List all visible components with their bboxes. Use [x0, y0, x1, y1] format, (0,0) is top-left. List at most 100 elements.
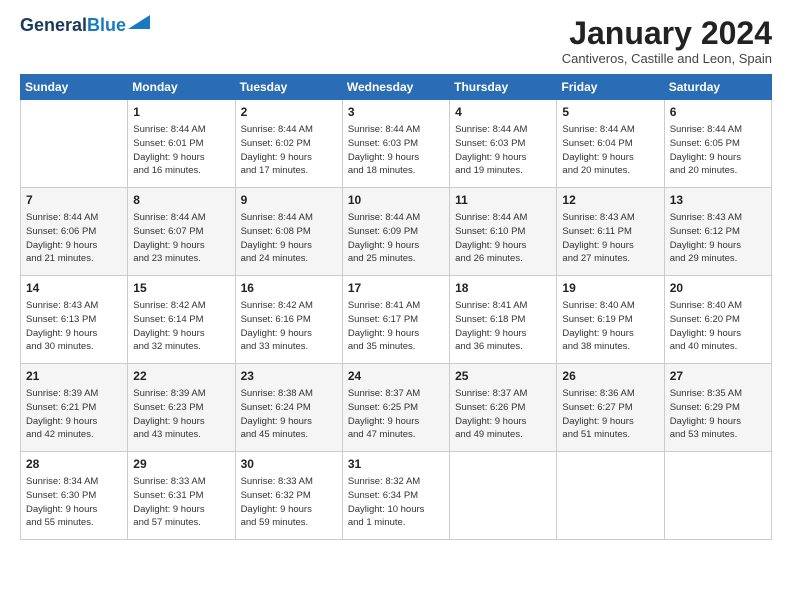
day-info: Sunrise: 8:33 AM Sunset: 6:31 PM Dayligh… — [133, 475, 229, 530]
calendar-cell: 11 Sunrise: 8:44 AM Sunset: 6:10 PM Dayli… — [450, 188, 557, 276]
day-number: 22 — [133, 368, 229, 385]
calendar-cell: 3 Sunrise: 8:44 AM Sunset: 6:03 PM Daylig… — [342, 100, 449, 188]
calendar-cell — [21, 100, 128, 188]
day-info: Sunrise: 8:35 AM Sunset: 6:29 PM Dayligh… — [670, 387, 766, 442]
day-number: 5 — [562, 104, 658, 121]
day-number: 4 — [455, 104, 551, 121]
day-info: Sunrise: 8:41 AM Sunset: 6:17 PM Dayligh… — [348, 299, 444, 354]
day-info: Sunrise: 8:42 AM Sunset: 6:16 PM Dayligh… — [241, 299, 337, 354]
day-info: Sunrise: 8:43 AM Sunset: 6:13 PM Dayligh… — [26, 299, 122, 354]
day-info: Sunrise: 8:44 AM Sunset: 6:03 PM Dayligh… — [348, 123, 444, 178]
day-number: 9 — [241, 192, 337, 209]
calendar-cell: 27 Sunrise: 8:35 AM Sunset: 6:29 PM Dayli… — [664, 364, 771, 452]
col-header-wednesday: Wednesday — [342, 75, 449, 100]
calendar-cell: 5 Sunrise: 8:44 AM Sunset: 6:04 PM Daylig… — [557, 100, 664, 188]
day-number: 20 — [670, 280, 766, 297]
calendar-cell: 19 Sunrise: 8:40 AM Sunset: 6:19 PM Dayli… — [557, 276, 664, 364]
day-number: 10 — [348, 192, 444, 209]
calendar-week-4: 21 Sunrise: 8:39 AM Sunset: 6:21 PM Dayli… — [21, 364, 772, 452]
calendar-cell: 20 Sunrise: 8:40 AM Sunset: 6:20 PM Dayli… — [664, 276, 771, 364]
col-header-thursday: Thursday — [450, 75, 557, 100]
day-number: 30 — [241, 456, 337, 473]
calendar-cell: 9Sunrise: 8:44 AM Sunset: 6:08 PM Daylig… — [235, 188, 342, 276]
calendar-cell — [557, 452, 664, 540]
day-number: 1 — [133, 104, 229, 121]
month-title: January 2024 — [562, 16, 772, 51]
col-header-tuesday: Tuesday — [235, 75, 342, 100]
day-number: 16 — [241, 280, 337, 297]
location-subtitle: Cantiveros, Castille and Leon, Spain — [562, 51, 772, 66]
col-header-saturday: Saturday — [664, 75, 771, 100]
calendar-cell: 28 Sunrise: 8:34 AM Sunset: 6:30 PM Dayli… — [21, 452, 128, 540]
day-number: 17 — [348, 280, 444, 297]
day-info: Sunrise: 8:44 AM Sunset: 6:05 PM Dayligh… — [670, 123, 766, 178]
day-info: Sunrise: 8:44 AM Sunset: 6:10 PM Dayligh… — [455, 211, 551, 266]
calendar-week-3: 14 Sunrise: 8:43 AM Sunset: 6:13 PM Dayli… — [21, 276, 772, 364]
calendar-body: 1 Sunrise: 8:44 AM Sunset: 6:01 PM Daylig… — [21, 100, 772, 540]
calendar-cell — [664, 452, 771, 540]
day-info: Sunrise: 8:33 AM Sunset: 6:32 PM Dayligh… — [241, 475, 337, 530]
calendar-cell: 17 Sunrise: 8:41 AM Sunset: 6:17 PM Dayli… — [342, 276, 449, 364]
day-number: 19 — [562, 280, 658, 297]
day-number: 28 — [26, 456, 122, 473]
day-number: 3 — [348, 104, 444, 121]
calendar-cell: 1 Sunrise: 8:44 AM Sunset: 6:01 PM Daylig… — [128, 100, 235, 188]
day-number: 21 — [26, 368, 122, 385]
day-info: Sunrise: 8:37 AM Sunset: 6:25 PM Dayligh… — [348, 387, 444, 442]
day-number: 11 — [455, 192, 551, 209]
calendar-cell: 18Sunrise: 8:41 AM Sunset: 6:18 PM Dayli… — [450, 276, 557, 364]
day-info: Sunrise: 8:44 AM Sunset: 6:01 PM Dayligh… — [133, 123, 229, 178]
day-info: Sunrise: 8:44 AM Sunset: 6:03 PM Dayligh… — [455, 123, 551, 178]
calendar-cell: 25 Sunrise: 8:37 AM Sunset: 6:26 PM Dayli… — [450, 364, 557, 452]
title-area: January 2024 Cantiveros, Castille and Le… — [562, 16, 772, 66]
logo-icon — [128, 15, 150, 29]
day-info: Sunrise: 8:40 AM Sunset: 6:20 PM Dayligh… — [670, 299, 766, 354]
page-header: GeneralBlue January 2024 Cantiveros, Cas… — [20, 16, 772, 66]
col-header-monday: Monday — [128, 75, 235, 100]
day-number: 25 — [455, 368, 551, 385]
day-info: Sunrise: 8:40 AM Sunset: 6:19 PM Dayligh… — [562, 299, 658, 354]
day-info: Sunrise: 8:43 AM Sunset: 6:11 PM Dayligh… — [562, 211, 658, 266]
day-info: Sunrise: 8:34 AM Sunset: 6:30 PM Dayligh… — [26, 475, 122, 530]
day-info: Sunrise: 8:44 AM Sunset: 6:09 PM Dayligh… — [348, 211, 444, 266]
col-header-sunday: Sunday — [21, 75, 128, 100]
calendar-week-1: 1 Sunrise: 8:44 AM Sunset: 6:01 PM Daylig… — [21, 100, 772, 188]
calendar-cell: 31Sunrise: 8:32 AM Sunset: 6:34 PM Dayli… — [342, 452, 449, 540]
day-number: 13 — [670, 192, 766, 209]
calendar-table: SundayMondayTuesdayWednesdayThursdayFrid… — [20, 74, 772, 540]
day-info: Sunrise: 8:36 AM Sunset: 6:27 PM Dayligh… — [562, 387, 658, 442]
calendar-cell: 30 Sunrise: 8:33 AM Sunset: 6:32 PM Dayli… — [235, 452, 342, 540]
day-number: 7 — [26, 192, 122, 209]
calendar-cell: 8Sunrise: 8:44 AM Sunset: 6:07 PM Daylig… — [128, 188, 235, 276]
day-number: 24 — [348, 368, 444, 385]
day-info: Sunrise: 8:43 AM Sunset: 6:12 PM Dayligh… — [670, 211, 766, 266]
logo-blue: Blue — [87, 15, 126, 35]
calendar-header: SundayMondayTuesdayWednesdayThursdayFrid… — [21, 75, 772, 100]
calendar-week-2: 7 Sunrise: 8:44 AM Sunset: 6:06 PM Daylig… — [21, 188, 772, 276]
calendar-cell — [450, 452, 557, 540]
day-info: Sunrise: 8:38 AM Sunset: 6:24 PM Dayligh… — [241, 387, 337, 442]
calendar-cell: 22Sunrise: 8:39 AM Sunset: 6:23 PM Dayli… — [128, 364, 235, 452]
day-number: 8 — [133, 192, 229, 209]
calendar-cell: 6 Sunrise: 8:44 AM Sunset: 6:05 PM Daylig… — [664, 100, 771, 188]
calendar-cell: 26Sunrise: 8:36 AM Sunset: 6:27 PM Dayli… — [557, 364, 664, 452]
day-number: 15 — [133, 280, 229, 297]
calendar-cell: 14 Sunrise: 8:43 AM Sunset: 6:13 PM Dayli… — [21, 276, 128, 364]
calendar-cell: 4 Sunrise: 8:44 AM Sunset: 6:03 PM Daylig… — [450, 100, 557, 188]
logo: GeneralBlue — [20, 16, 150, 36]
day-info: Sunrise: 8:44 AM Sunset: 6:04 PM Dayligh… — [562, 123, 658, 178]
calendar-cell: 29 Sunrise: 8:33 AM Sunset: 6:31 PM Dayli… — [128, 452, 235, 540]
day-number: 23 — [241, 368, 337, 385]
calendar-cell: 16 Sunrise: 8:42 AM Sunset: 6:16 PM Dayli… — [235, 276, 342, 364]
day-info: Sunrise: 8:44 AM Sunset: 6:06 PM Dayligh… — [26, 211, 122, 266]
day-number: 6 — [670, 104, 766, 121]
calendar-week-5: 28 Sunrise: 8:34 AM Sunset: 6:30 PM Dayli… — [21, 452, 772, 540]
day-info: Sunrise: 8:37 AM Sunset: 6:26 PM Dayligh… — [455, 387, 551, 442]
day-number: 27 — [670, 368, 766, 385]
calendar-cell: 10 Sunrise: 8:44 AM Sunset: 6:09 PM Dayli… — [342, 188, 449, 276]
day-info: Sunrise: 8:42 AM Sunset: 6:14 PM Dayligh… — [133, 299, 229, 354]
logo-general: General — [20, 15, 87, 35]
day-number: 14 — [26, 280, 122, 297]
day-info: Sunrise: 8:39 AM Sunset: 6:21 PM Dayligh… — [26, 387, 122, 442]
day-number: 29 — [133, 456, 229, 473]
